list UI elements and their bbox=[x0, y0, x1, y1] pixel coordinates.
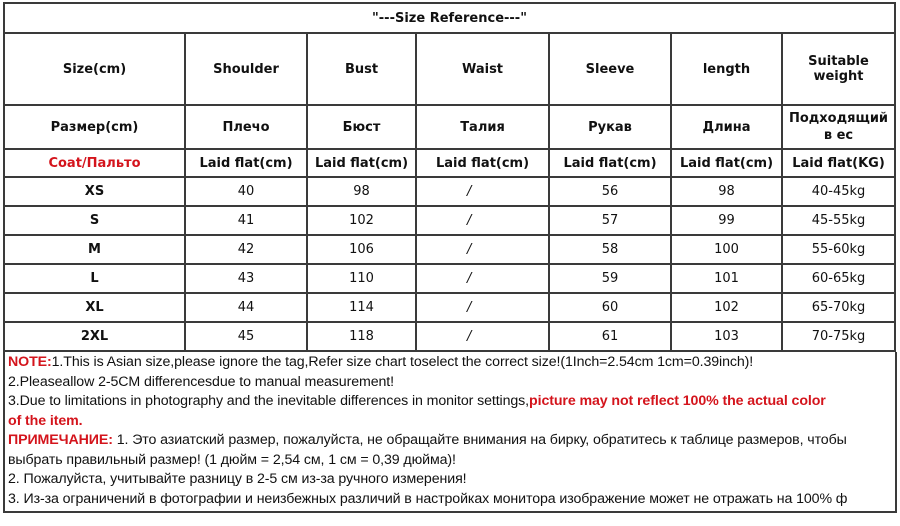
cell-length: 103 bbox=[670, 321, 783, 352]
unit-length: Laid flat(cm) bbox=[670, 148, 783, 178]
table-row: XL 44 114/60 102 65-70kg bbox=[3, 292, 896, 323]
note-en-3-text: 3.Due to limitations in photography and … bbox=[8, 393, 530, 409]
note-ru-1-cont: выбрать правильный размер! (1 дюйм = 2,5… bbox=[8, 451, 456, 468]
notes-box: NOTE:1.This is Asian size,please ignore … bbox=[3, 352, 897, 513]
cell-shoulder: 43 bbox=[184, 263, 308, 294]
header-size: Size(cm) bbox=[3, 32, 186, 106]
header-shoulder: Shoulder bbox=[184, 32, 308, 106]
header-length-ru: Длина bbox=[670, 104, 783, 150]
cell-sleeve: 58 bbox=[548, 234, 672, 265]
cell-length: 99 bbox=[670, 205, 783, 236]
header-weight-ru: Подходящий в ес bbox=[781, 104, 896, 150]
cell-size: XL bbox=[3, 292, 186, 323]
unit-waist: Laid flat(cm) bbox=[415, 148, 550, 178]
cell-weight: 45-55kg bbox=[781, 205, 896, 236]
note-ru-3: 3. Из-за ограничений в фотографии и неиз… bbox=[8, 490, 848, 507]
cell-length: 102 bbox=[670, 292, 783, 323]
cell-size: 2XL bbox=[3, 321, 186, 352]
cell-size: XS bbox=[3, 176, 186, 207]
note-en-1: NOTE:1.This is Asian size,please ignore … bbox=[8, 353, 895, 373]
unit-bust: Laid flat(cm) bbox=[306, 148, 417, 178]
note-en-3: 3.Due to limitations in photography and … bbox=[8, 392, 895, 412]
header-length: length bbox=[670, 32, 783, 106]
header-row-english: Size(cm) Shoulder Bust Waist Sleeve leng… bbox=[3, 32, 896, 106]
cell-bust: 110 bbox=[306, 263, 417, 294]
cell-waist: / bbox=[415, 321, 550, 352]
cell-waist: / bbox=[415, 205, 550, 236]
cell-bust: 114 bbox=[306, 292, 417, 323]
header-row-russian: Размер(cm) Плечо Бюст Талия Рукав Длина … bbox=[3, 104, 896, 150]
size-table: "---Size Reference---" Size(cm) Shoulder… bbox=[3, 2, 896, 352]
header-waist: Waist bbox=[415, 32, 550, 106]
cell-length: 98 bbox=[670, 176, 783, 207]
cell-size: L bbox=[3, 263, 186, 294]
cell-waist: / bbox=[415, 176, 550, 207]
note-en-3-warning: picture may not reflect 100% the actual … bbox=[529, 393, 826, 409]
table-row: L 43 110/59 101 60-65kg bbox=[3, 263, 896, 294]
cell-bust: 118 bbox=[306, 321, 417, 352]
header-sleeve-ru: Рукав bbox=[548, 104, 672, 150]
note-en-2: 2.Pleaseallow 2-5CM differencesdue to ma… bbox=[8, 373, 394, 390]
cell-weight: 40-45kg bbox=[781, 176, 896, 207]
cell-shoulder: 41 bbox=[184, 205, 308, 236]
header-row-units: Coat/Пальто Laid flat(cm) Laid flat(cm) … bbox=[3, 148, 896, 178]
cell-weight: 65-70kg bbox=[781, 292, 896, 323]
cell-bust: 98 bbox=[306, 176, 417, 207]
cell-shoulder: 45 bbox=[184, 321, 308, 352]
note-label: NOTE: bbox=[8, 354, 52, 370]
note-en-3-cont: of the item. bbox=[8, 412, 83, 429]
cell-weight: 70-75kg bbox=[781, 321, 896, 352]
header-shoulder-ru: Плечо bbox=[184, 104, 308, 150]
unit-shoulder: Laid flat(cm) bbox=[184, 148, 308, 178]
note-ru-2: 2. Пожалуйста, учитывайте разницу в 2-5 … bbox=[8, 471, 467, 487]
table-title: "---Size Reference---" bbox=[3, 2, 896, 34]
cell-sleeve: 60 bbox=[548, 292, 672, 323]
note-en-1-text: 1.This is Asian size,please ignore the t… bbox=[51, 354, 754, 370]
header-size-ru: Размер(cm) bbox=[3, 104, 186, 150]
note-ru-label: ПРИМЕЧАНИЕ: bbox=[8, 432, 113, 448]
header-sleeve: Sleeve bbox=[548, 32, 672, 106]
cell-waist: / bbox=[415, 292, 550, 323]
cell-length: 101 bbox=[670, 263, 783, 294]
header-weight: Suitable weight bbox=[781, 32, 896, 106]
cell-sleeve: 56 bbox=[548, 176, 672, 207]
cell-size: M bbox=[3, 234, 186, 265]
cell-sleeve: 61 bbox=[548, 321, 672, 352]
note-ru-1-text: 1. Это азиатский размер, пожалуйста, не … bbox=[112, 432, 847, 448]
size-chart: "---Size Reference---" Size(cm) Shoulder… bbox=[3, 2, 897, 513]
header-waist-ru: Талия bbox=[415, 104, 550, 150]
unit-weight: Laid flat(KG) bbox=[781, 148, 896, 178]
cell-shoulder: 44 bbox=[184, 292, 308, 323]
cell-shoulder: 42 bbox=[184, 234, 308, 265]
header-bust: Bust bbox=[306, 32, 417, 106]
table-row: 2XL 45 118/61 103 70-75kg bbox=[3, 321, 896, 352]
cell-waist: / bbox=[415, 263, 550, 294]
table-row: XS 40 98/56 98 40-45kg bbox=[3, 176, 896, 207]
cell-sleeve: 57 bbox=[548, 205, 672, 236]
cell-size: S bbox=[3, 205, 186, 236]
note-ru-1: ПРИМЕЧАНИЕ: 1. Это азиатский размер, пож… bbox=[8, 431, 895, 451]
cell-bust: 102 bbox=[306, 205, 417, 236]
cell-sleeve: 59 bbox=[548, 263, 672, 294]
garment-type-label: Coat/Пальто bbox=[3, 148, 186, 178]
table-row: S 41 102/57 99 45-55kg bbox=[3, 205, 896, 236]
cell-weight: 60-65kg bbox=[781, 263, 896, 294]
cell-weight: 55-60kg bbox=[781, 234, 896, 265]
cell-waist: / bbox=[415, 234, 550, 265]
unit-sleeve: Laid flat(cm) bbox=[548, 148, 672, 178]
header-bust-ru: Бюст bbox=[306, 104, 417, 150]
cell-length: 100 bbox=[670, 234, 783, 265]
table-row: M 42 106/58 100 55-60kg bbox=[3, 234, 896, 265]
cell-shoulder: 40 bbox=[184, 176, 308, 207]
cell-bust: 106 bbox=[306, 234, 417, 265]
